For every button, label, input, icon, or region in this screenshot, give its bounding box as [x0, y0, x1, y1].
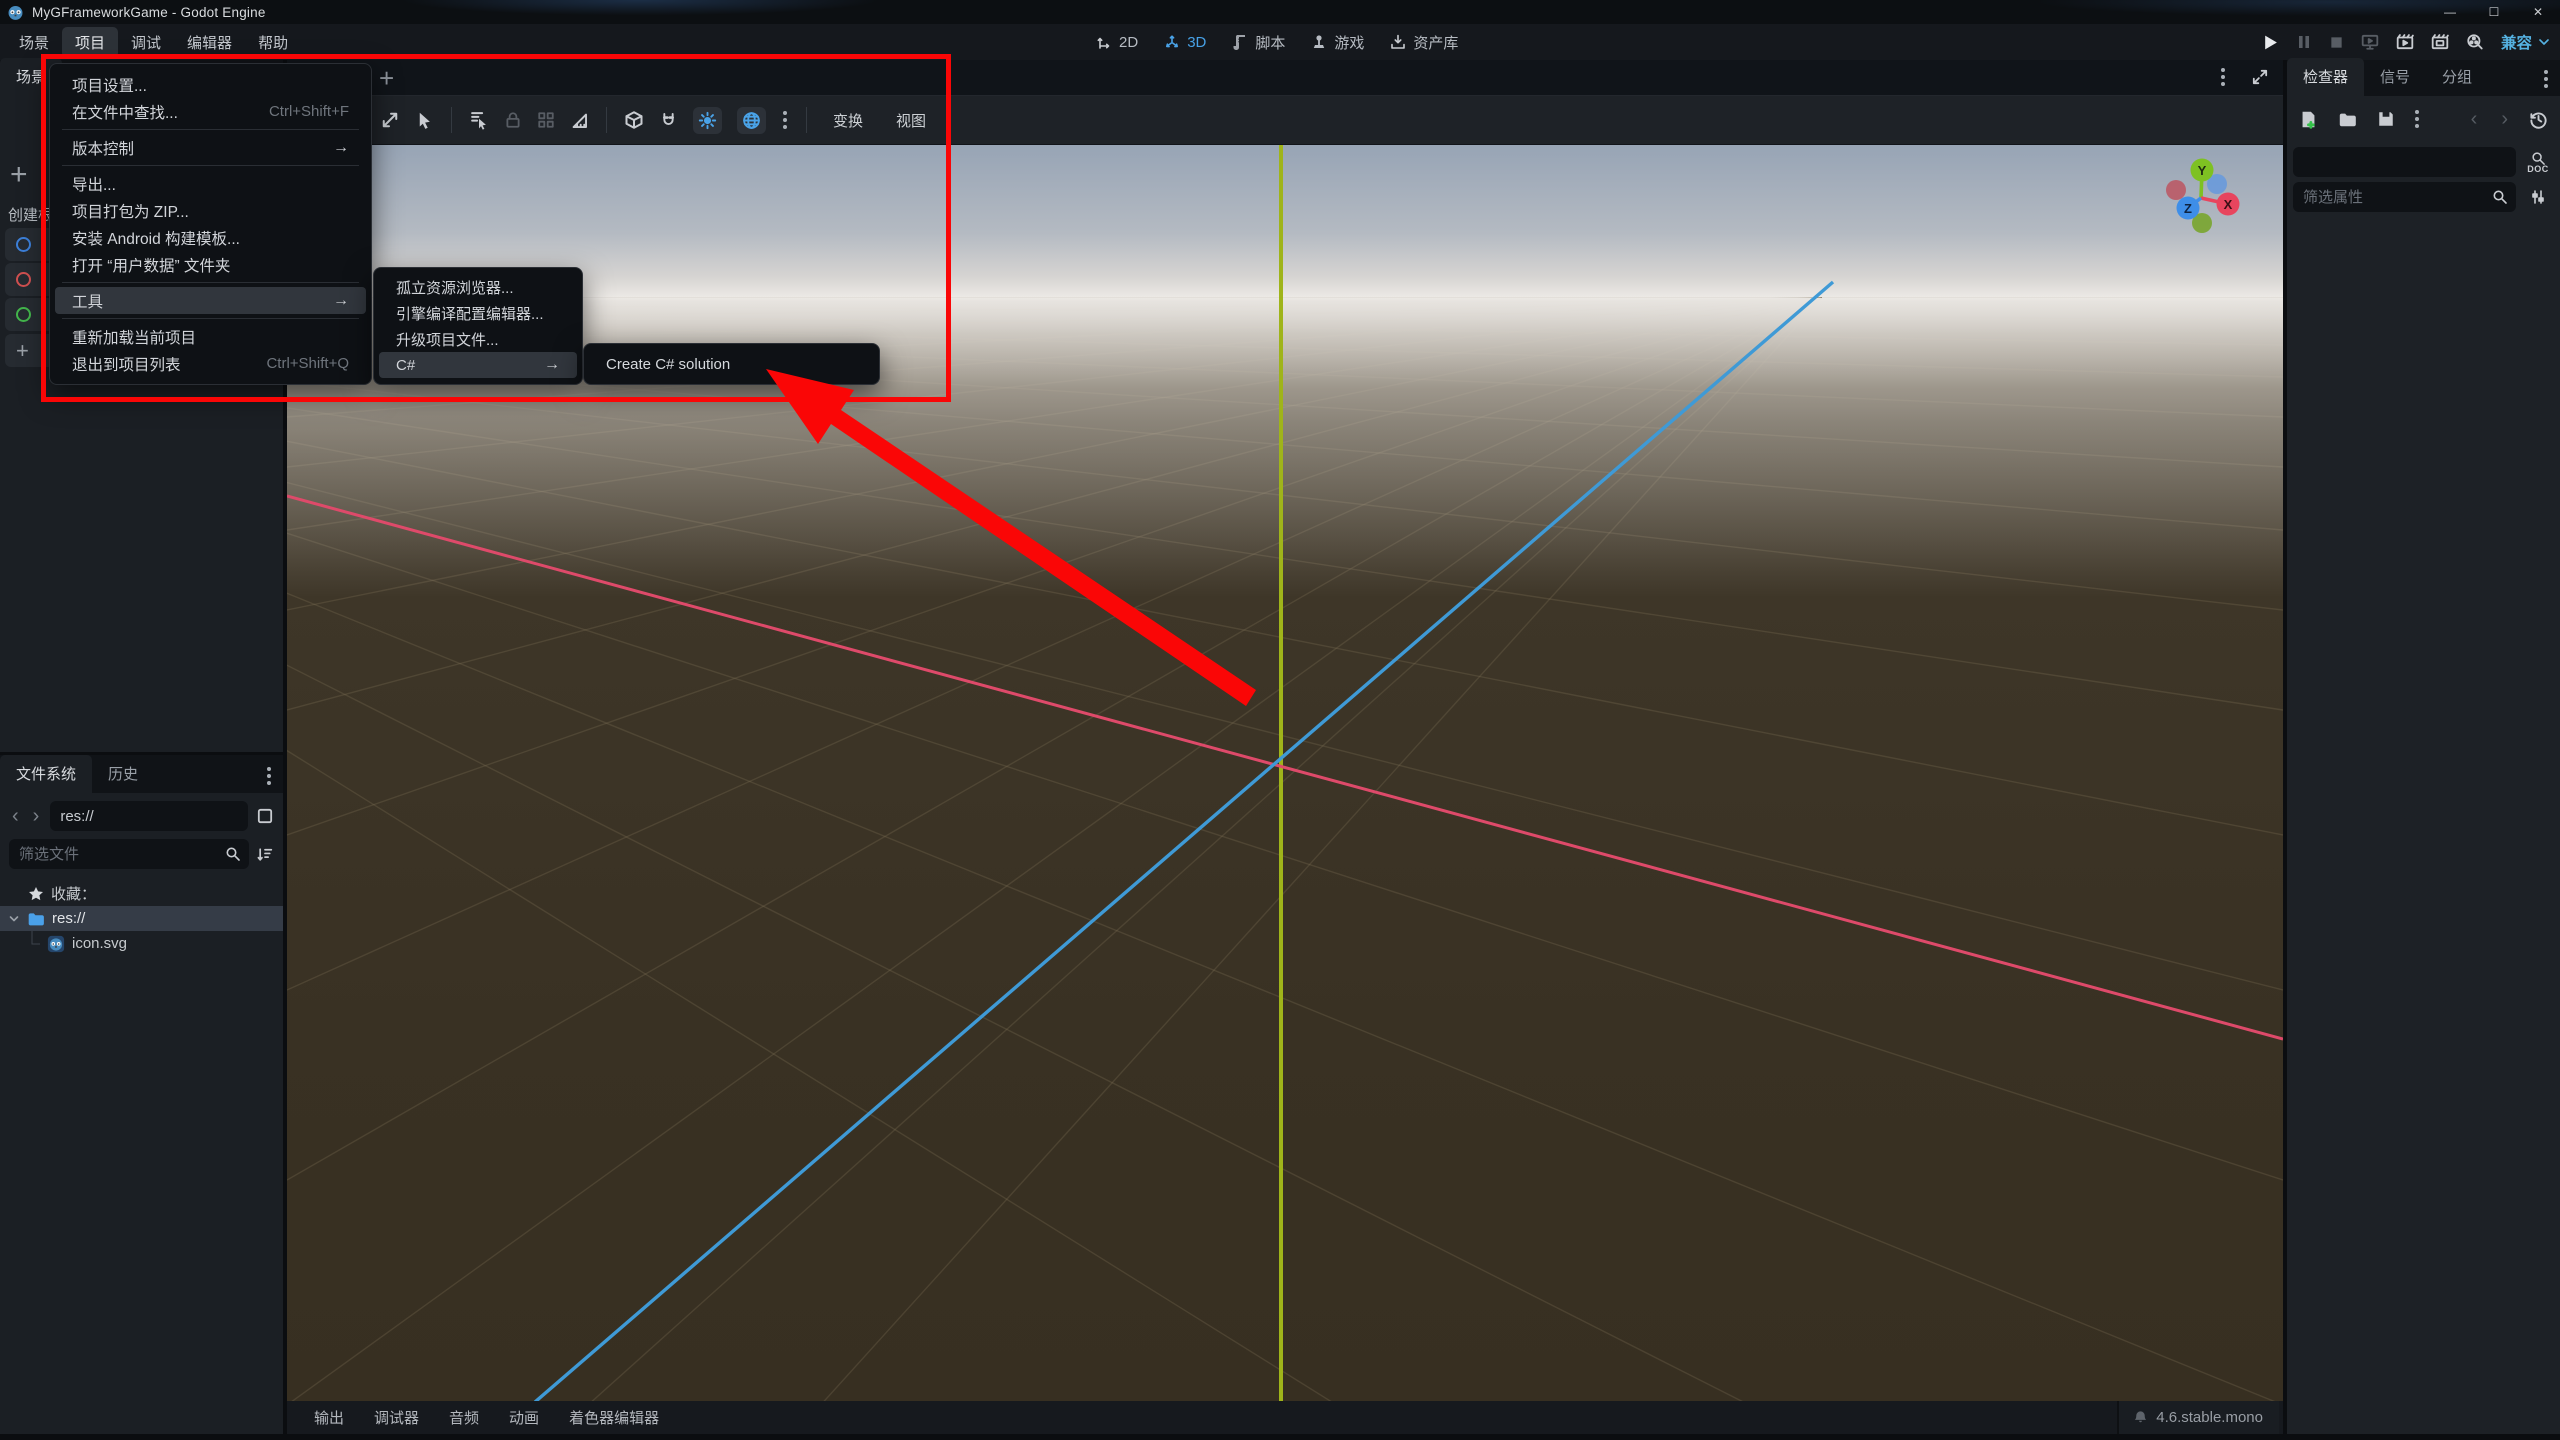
nav-back-button[interactable]: ‹: [9, 806, 22, 826]
tab-2d[interactable]: 2D: [1096, 34, 1138, 51]
add-node-button[interactable]: +: [10, 158, 28, 192]
tab-inspector[interactable]: 检查器: [2287, 58, 2365, 96]
godot-logo-icon: [7, 4, 24, 21]
play-custom-scene-button[interactable]: [2431, 33, 2449, 51]
tab-shader-editor[interactable]: 着色器编辑器: [554, 1401, 674, 1434]
search-icon: [2493, 190, 2507, 204]
game-icon: [1314, 35, 1325, 48]
tree-line: [31, 931, 40, 945]
object-history-icon[interactable]: [2529, 110, 2548, 129]
script-icon: [1233, 35, 1246, 50]
chevron-down-icon: [2539, 39, 2549, 45]
file-row-icon-svg[interactable]: icon.svg: [0, 931, 283, 956]
tab-audio[interactable]: 音频: [434, 1401, 494, 1434]
maximize-button[interactable]: ☐: [2472, 0, 2516, 24]
view-axis-gizmo[interactable]: Y X Z: [2151, 153, 2255, 245]
favorites-row: 收藏：: [0, 881, 283, 906]
history-forward-button[interactable]: ›: [2498, 109, 2511, 129]
tab-3d[interactable]: 3D: [1164, 34, 1206, 51]
pause-button[interactable]: [2296, 34, 2312, 50]
menu-editor[interactable]: 编辑器: [174, 27, 245, 58]
tab-node-signals[interactable]: 信号: [2364, 58, 2426, 96]
annotation-rectangle: [41, 54, 951, 402]
2d-icon: [1097, 37, 1110, 49]
3d-icon: [1166, 35, 1179, 48]
load-resource-icon[interactable]: [2338, 110, 2357, 129]
tab-filesystem[interactable]: 文件系统: [0, 755, 93, 793]
folder-row-res[interactable]: res://: [0, 906, 283, 931]
chevron-down-icon[interactable]: [8, 913, 20, 925]
history-back-button[interactable]: ‹: [2468, 109, 2481, 129]
object-name-field[interactable]: [2293, 147, 2516, 177]
assetlib-icon: [1391, 34, 1406, 49]
svg-text:Y: Y: [2198, 163, 2207, 178]
tab-groups[interactable]: 分组: [2426, 58, 2488, 96]
play-button[interactable]: [2262, 34, 2279, 51]
godot-file-icon: [47, 935, 65, 952]
workspace-switcher: 2D 3D 脚本 游戏 资产库: [1096, 24, 1458, 60]
movie-maker-button[interactable]: [2466, 33, 2484, 51]
title-bar: MyGFrameworkGame - Godot Engine — ☐ ✕: [0, 0, 2560, 24]
bottom-panel-bar: 输出 调试器 音频 动画 着色器编辑器 4.6.stable.mono: [287, 1401, 2283, 1434]
menu-debug[interactable]: 调试: [118, 27, 174, 58]
inspector-tools-button[interactable]: [2522, 189, 2554, 205]
neg-x-ball: [2166, 180, 2186, 200]
filesystem-dock: 文件系统 历史 ‹ › 收藏：: [0, 752, 283, 1434]
inspector-dock: 检查器 信号 分组 ‹ › DOC: [2287, 58, 2560, 1434]
menu-project[interactable]: 项目: [62, 26, 119, 58]
playback-controls: 兼容: [2262, 24, 2550, 60]
resource-menu-icon[interactable]: [2415, 110, 2419, 128]
search-icon: [226, 847, 240, 861]
renderer-select[interactable]: 兼容: [2501, 31, 2550, 53]
svg-text:X: X: [2224, 197, 2233, 212]
tab-game[interactable]: 游戏: [1311, 32, 1364, 53]
svg-text:Z: Z: [2184, 201, 2192, 216]
nav-forward-button[interactable]: ›: [30, 806, 43, 826]
scene-tabs-menu-icon[interactable]: [2221, 68, 2225, 86]
menu-help[interactable]: 帮助: [245, 27, 301, 58]
x-axis-line: [287, 494, 2283, 1041]
filter-properties-input[interactable]: [2293, 182, 2516, 212]
close-button[interactable]: ✕: [2516, 0, 2560, 24]
minimize-button[interactable]: —: [2428, 0, 2472, 24]
star-icon: [29, 886, 43, 900]
tab-output[interactable]: 输出: [299, 1401, 359, 1434]
ui-scene-icon: [16, 307, 31, 322]
split-view-button[interactable]: [256, 807, 274, 825]
version-info[interactable]: 4.6.stable.mono: [2117, 1401, 2279, 1434]
filter-files-input[interactable]: [9, 839, 249, 869]
folder-icon: [28, 912, 44, 925]
tab-debugger[interactable]: 调试器: [359, 1401, 434, 1434]
stop-button[interactable]: [2329, 35, 2344, 50]
menu-scene[interactable]: 场景: [6, 27, 62, 58]
filesystem-menu-icon[interactable]: [267, 767, 271, 785]
search-help-button[interactable]: DOC: [2522, 151, 2554, 174]
save-icon[interactable]: [2377, 110, 2395, 128]
expand-viewport-icon[interactable]: [2251, 68, 2269, 86]
inspector-dock-menu-icon[interactable]: [2544, 70, 2548, 88]
tab-script[interactable]: 脚本: [1232, 32, 1285, 53]
tab-assetlib[interactable]: 资产库: [1390, 32, 1458, 53]
2d-scene-icon: [16, 237, 31, 252]
new-resource-icon[interactable]: [2299, 110, 2318, 129]
z-axis-line: [533, 280, 1835, 1402]
remote-debug-button[interactable]: [2361, 33, 2379, 51]
tab-animation[interactable]: 动画: [494, 1401, 554, 1434]
window-title: MyGFrameworkGame - Godot Engine: [32, 4, 266, 20]
path-field[interactable]: [50, 801, 248, 831]
play-scene-button[interactable]: [2396, 33, 2414, 51]
filesystem-tree: 收藏： res:// icon.svg: [0, 881, 283, 956]
bell-icon: [2135, 1411, 2147, 1423]
3d-scene-icon: [16, 272, 31, 287]
sort-files-button[interactable]: [257, 846, 274, 863]
tab-history[interactable]: 历史: [92, 755, 154, 793]
